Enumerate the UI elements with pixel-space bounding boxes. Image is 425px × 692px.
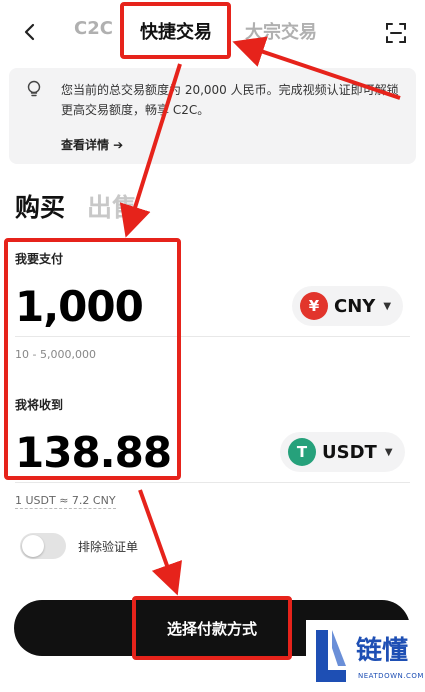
pay-currency-code: CNY xyxy=(334,295,376,317)
receive-currency-selector[interactable]: T USDT ▼ xyxy=(280,432,405,472)
pay-label: 我要支付 xyxy=(15,252,64,266)
watermark-emblem-icon xyxy=(316,630,346,682)
tab-block-trade[interactable]: 大宗交易 xyxy=(245,18,317,44)
receive-label: 我将收到 xyxy=(15,398,64,412)
watermark-logo: 链懂 NEATDOWN.COM xyxy=(306,620,425,692)
cny-icon: ¥ xyxy=(300,292,328,320)
view-details-link[interactable]: 查看详情 ➔ xyxy=(61,136,123,153)
receive-currency-code: USDT xyxy=(322,441,377,463)
lightbulb-icon xyxy=(26,80,42,98)
receive-divider xyxy=(15,482,410,483)
toggle-label: 排除验证单 xyxy=(78,540,139,554)
chevron-down-icon: ▼ xyxy=(384,446,393,458)
tab-quick-trade[interactable]: 快捷交易 xyxy=(140,18,212,44)
tab-sell[interactable]: 出售 xyxy=(87,188,137,224)
exclude-verified-toggle[interactable] xyxy=(20,533,66,559)
toggle-knob xyxy=(22,535,44,557)
chevron-down-icon: ▼ xyxy=(383,300,392,312)
receive-amount: 138.88 xyxy=(15,428,172,477)
notice-text: 您当前的总交易额度为 20,000 人民币。完成视频认证即可解锁更高交易额度，畅… xyxy=(61,83,399,117)
top-nav-bar: C2C 快捷交易 大宗交易 xyxy=(0,0,425,62)
watermark-text: 链懂 xyxy=(356,636,409,666)
pay-divider xyxy=(15,336,410,337)
arrow-to-cta xyxy=(138,489,182,596)
cta-label: 选择付款方式 xyxy=(166,619,257,638)
limit-notice-banner: 您当前的总交易额度为 20,000 人民币。完成视频认证即可解锁更高交易额度，畅… xyxy=(9,68,416,164)
exchange-rate: 1 USDT ≈ 7.2 CNY xyxy=(15,494,116,509)
tab-buy[interactable]: 购买 xyxy=(15,188,65,224)
pay-currency-selector[interactable]: ¥ CNY ▼ xyxy=(292,286,404,326)
tab-c2c[interactable]: C2C xyxy=(74,18,113,39)
pay-amount-input[interactable]: 1,000 xyxy=(15,282,144,331)
usdt-icon: T xyxy=(288,438,316,466)
back-chevron-icon[interactable] xyxy=(18,20,42,44)
pay-range: 10 - 5,000,000 xyxy=(15,348,96,361)
scan-icon[interactable] xyxy=(385,22,407,44)
watermark-subtext: NEATDOWN.COM xyxy=(358,672,424,680)
